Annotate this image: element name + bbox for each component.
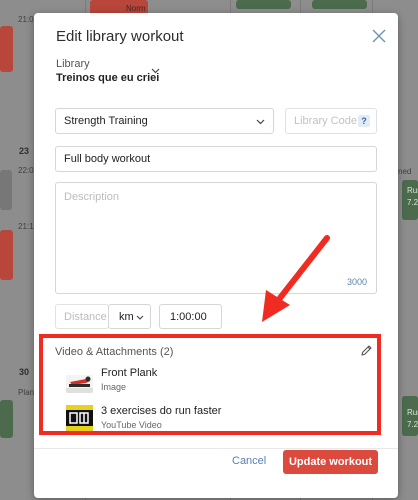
calendar-run-label: Run bbox=[407, 408, 418, 417]
calendar-run-value: 7.2 bbox=[407, 420, 418, 429]
calendar-day-number: 23 bbox=[19, 146, 30, 156]
library-value: Treinos que eu criei bbox=[56, 72, 160, 84]
distance-placeholder: Distance bbox=[64, 311, 107, 323]
chevron-down-icon bbox=[136, 315, 144, 320]
calendar-workout-card bbox=[0, 230, 13, 280]
update-workout-button[interactable]: Update workout bbox=[283, 450, 378, 474]
calendar-workout-card bbox=[312, 0, 367, 9]
chevron-down-icon bbox=[151, 68, 160, 74]
close-icon[interactable] bbox=[372, 29, 386, 43]
chevron-down-icon bbox=[256, 119, 265, 125]
dialog-title: Edit library workout bbox=[56, 28, 184, 45]
calendar-chip-label: Norm bbox=[126, 4, 146, 13]
library-label: Library bbox=[56, 58, 90, 70]
calendar-workout-card bbox=[0, 26, 13, 72]
cancel-button[interactable]: Cancel bbox=[232, 455, 266, 467]
library-code-placeholder: Library Code bbox=[294, 115, 357, 127]
distance-unit-select[interactable]: km bbox=[108, 304, 151, 329]
description-char-counter: 3000 bbox=[346, 277, 367, 287]
annotation-highlight-box bbox=[39, 334, 381, 435]
workout-name-input[interactable]: Full body workout bbox=[55, 146, 377, 172]
calendar-status-label: ned bbox=[398, 167, 412, 176]
calendar-plan-label: Plan bbox=[18, 388, 35, 397]
calendar-time: 21:1 bbox=[18, 222, 34, 231]
workout-name-value: Full body workout bbox=[64, 153, 151, 165]
sport-select[interactable]: Strength Training bbox=[55, 108, 274, 134]
description-placeholder: Description bbox=[64, 191, 120, 203]
footer-divider bbox=[34, 448, 398, 449]
library-code-input[interactable]: Library Code ? bbox=[285, 108, 377, 134]
calendar-day-number: 30 bbox=[19, 367, 30, 377]
help-icon[interactable]: ? bbox=[358, 115, 370, 127]
calendar-workout-card bbox=[0, 400, 13, 438]
duration-input[interactable]: 1:00:00 bbox=[159, 304, 222, 329]
calendar-run-label: Run bbox=[407, 186, 418, 195]
calendar-workout-card bbox=[236, 0, 291, 9]
calendar-time: 22:0 bbox=[18, 166, 34, 175]
calendar-workout-card bbox=[0, 170, 12, 210]
description-textarea[interactable]: Description 3000 bbox=[55, 182, 377, 294]
calendar-run-value: 7.2 bbox=[407, 198, 418, 207]
distance-input[interactable]: Distance bbox=[55, 304, 109, 329]
sport-select-value: Strength Training bbox=[64, 115, 148, 127]
distance-unit-value: km bbox=[119, 311, 134, 323]
duration-value: 1:00:00 bbox=[170, 311, 207, 323]
